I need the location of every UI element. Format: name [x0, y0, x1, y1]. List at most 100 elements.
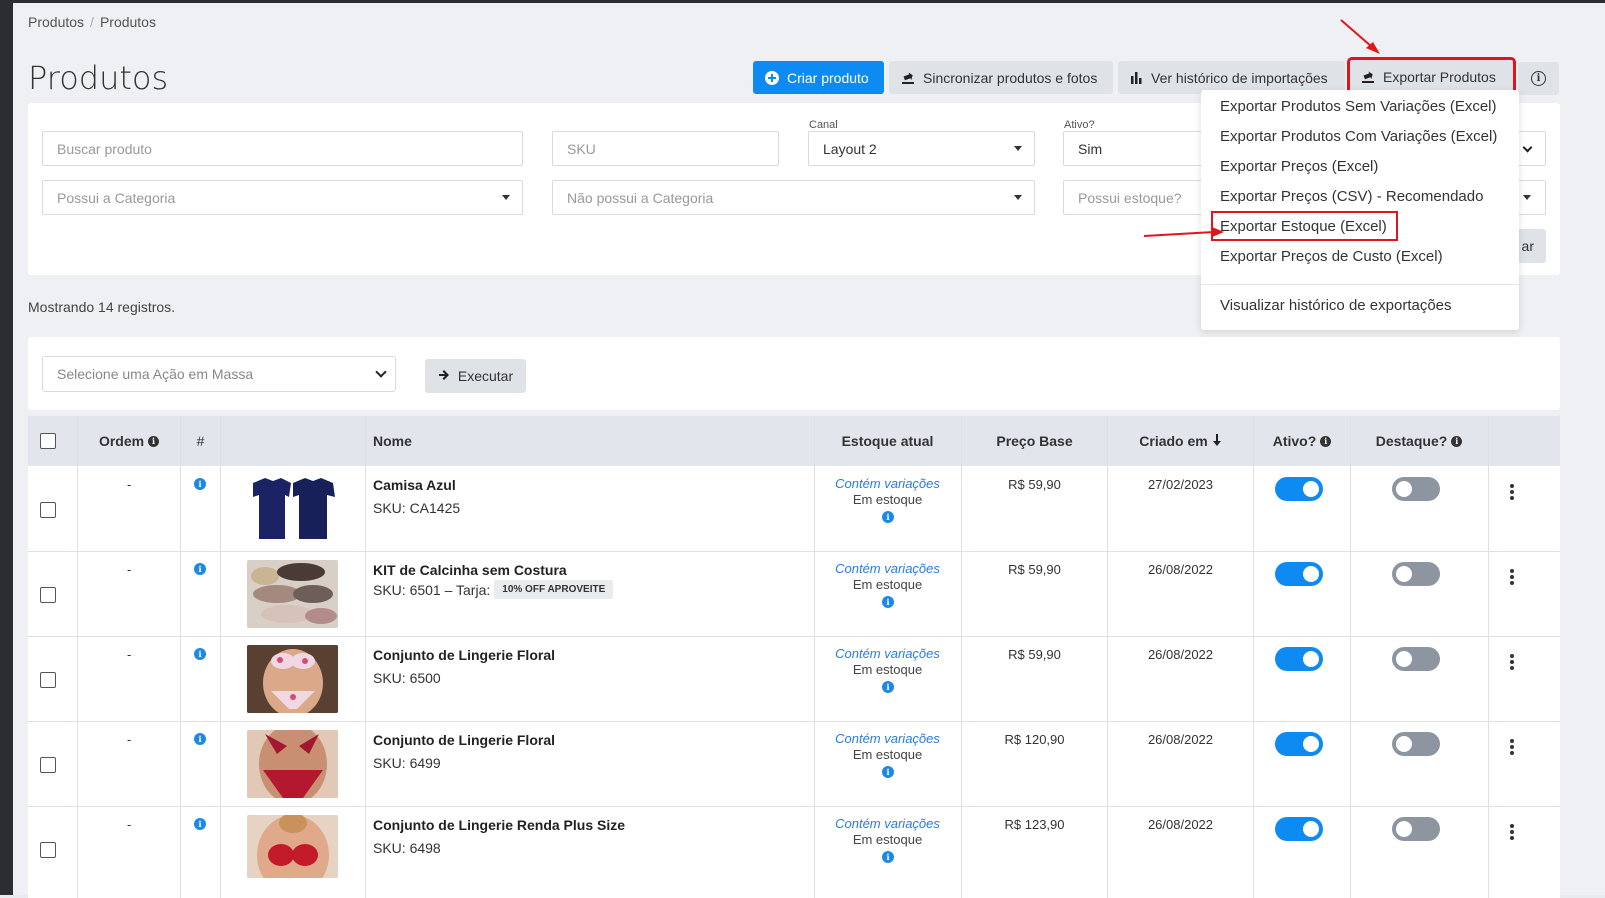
export-cost-prices-item[interactable]: Exportar Preços de Custo (Excel)	[1220, 248, 1443, 265]
product-thumbnail[interactable]	[247, 475, 338, 543]
more-options-icon[interactable]	[1510, 654, 1514, 670]
caret-down-icon	[502, 195, 510, 200]
info-icon[interactable]: i	[882, 766, 894, 778]
featured-toggle[interactable]	[1392, 477, 1440, 501]
stock-status: Em estoque	[852, 832, 923, 847]
execute-button[interactable]: Executar	[425, 359, 526, 393]
stock-cell: Contém variações Em estoque	[814, 731, 961, 762]
stock-status: Em estoque	[852, 577, 923, 592]
product-name[interactable]: Conjunto de Lingerie Floral	[373, 647, 555, 663]
bulk-action-select[interactable]: Selecione uma Ação em Massa	[42, 356, 396, 392]
product-price: R$ 123,90	[1004, 817, 1065, 832]
info-icon[interactable]: i	[882, 851, 894, 863]
stock-cell: Contém variações Em estoque	[814, 476, 961, 507]
table-row[interactable]: - i KIT de Calcinha sem Costura SKU: 650…	[28, 552, 1560, 637]
stock-status: Em estoque	[852, 662, 923, 677]
active-toggle[interactable]	[1275, 732, 1323, 756]
more-options-icon[interactable]	[1510, 824, 1514, 840]
stock-status: Em estoque	[852, 492, 923, 507]
info-icon[interactable]: i	[882, 681, 894, 693]
row-checkbox[interactable]	[40, 672, 56, 688]
header-featured[interactable]: Destaque? i	[1351, 416, 1487, 466]
header-price[interactable]: Preço Base	[962, 416, 1107, 466]
create-product-button[interactable]: Criar produto	[753, 61, 884, 94]
export-no-variations-item[interactable]: Exportar Produtos Sem Variações (Excel)	[1220, 98, 1497, 115]
has-category-select[interactable]: Possui a Categoria	[42, 180, 523, 215]
sync-products-button[interactable]: Sincronizar produtos e fotos	[889, 61, 1113, 94]
product-thumbnail[interactable]	[247, 815, 338, 878]
export-history-item[interactable]: Visualizar histórico de exportações	[1220, 297, 1452, 314]
product-name[interactable]: KIT de Calcinha sem Costura	[373, 562, 567, 578]
header-active[interactable]: Ativo? i	[1254, 416, 1350, 466]
sku-input[interactable]: SKU	[552, 131, 779, 166]
chevron-down-icon	[1522, 142, 1533, 153]
info-icon[interactable]: i	[194, 733, 206, 745]
product-thumbnail[interactable]	[247, 560, 338, 628]
stock-variations-link[interactable]: Contém variações	[814, 646, 961, 661]
info-icon[interactable]: i	[194, 818, 206, 830]
select-all-checkbox[interactable]	[40, 433, 56, 449]
featured-toggle[interactable]	[1392, 562, 1440, 586]
table-row[interactable]: - i Camisa Azul SKU: CA1425 Contém varia…	[28, 467, 1560, 552]
product-created: 26/08/2022	[1147, 817, 1214, 832]
stock-variations-link[interactable]: Contém variações	[814, 476, 961, 491]
header-order[interactable]: Ordem i	[78, 416, 180, 466]
not-category-placeholder: Não possui a Categoria	[567, 189, 714, 206]
product-name[interactable]: Conjunto de Lingerie Renda Plus Size	[373, 817, 625, 833]
featured-toggle[interactable]	[1392, 732, 1440, 756]
execute-label: Executar	[457, 368, 514, 384]
active-toggle[interactable]	[1275, 477, 1323, 501]
row-order: -	[127, 647, 132, 662]
row-order: -	[127, 732, 132, 747]
row-checkbox[interactable]	[40, 587, 56, 603]
info-icon[interactable]: i	[194, 478, 206, 490]
header-name[interactable]: Nome	[373, 416, 573, 466]
featured-toggle[interactable]	[1392, 647, 1440, 671]
info-icon[interactable]: i	[194, 648, 206, 660]
info-icon[interactable]: i	[882, 596, 894, 608]
export-prices-excel-item[interactable]: Exportar Preços (Excel)	[1220, 158, 1378, 175]
export-icon	[1361, 70, 1375, 84]
table-row[interactable]: - i Conjunto de Lingerie Floral SKU: 649…	[28, 722, 1560, 807]
more-options-icon[interactable]	[1510, 739, 1514, 755]
product-name[interactable]: Camisa Azul	[373, 477, 456, 493]
stock-variations-link[interactable]: Contém variações	[814, 561, 961, 576]
product-name[interactable]: Conjunto de Lingerie Floral	[373, 732, 555, 748]
filter-action-label: ar	[1521, 238, 1534, 254]
export-stock-item[interactable]: Exportar Estoque (Excel)	[1220, 218, 1387, 235]
product-created: 26/08/2022	[1147, 647, 1214, 662]
row-checkbox[interactable]	[40, 757, 56, 773]
product-thumbnail[interactable]	[247, 730, 338, 798]
active-toggle[interactable]	[1275, 817, 1323, 841]
product-price: R$ 59,90	[1008, 477, 1061, 492]
info-icon[interactable]: i	[882, 511, 894, 523]
breadcrumb-item[interactable]: Produtos	[28, 14, 84, 30]
row-checkbox[interactable]	[40, 502, 56, 518]
header-created[interactable]: Criado em	[1108, 416, 1253, 466]
product-thumbnail[interactable]	[247, 645, 338, 713]
row-checkbox[interactable]	[40, 842, 56, 858]
table-row[interactable]: - i Conjunto de Lingerie Floral SKU: 650…	[28, 637, 1560, 722]
stock-variations-link[interactable]: Contém variações	[814, 816, 961, 831]
active-toggle[interactable]	[1275, 562, 1323, 586]
info-button[interactable]: i	[1518, 62, 1559, 95]
not-category-select[interactable]: Não possui a Categoria	[552, 180, 1035, 215]
stock-variations-link[interactable]: Contém variações	[814, 731, 961, 746]
arrow-right-icon	[438, 368, 450, 384]
export-with-variations-item[interactable]: Exportar Produtos Com Variações (Excel)	[1220, 128, 1497, 145]
header-hash: #	[196, 433, 205, 449]
info-icon[interactable]: i	[194, 563, 206, 575]
active-toggle[interactable]	[1275, 647, 1323, 671]
export-prices-csv-item[interactable]: Exportar Preços (CSV) - Recomendado	[1220, 188, 1483, 205]
table-row[interactable]: - i Conjunto de Lingerie Renda Plus Size…	[28, 807, 1560, 892]
info-icon: i	[1531, 71, 1546, 86]
canal-select[interactable]: Layout 2	[808, 131, 1035, 166]
bar-chart-icon	[1130, 71, 1143, 84]
ativo-value: Sim	[1078, 140, 1103, 157]
create-product-label: Criar produto	[787, 69, 869, 86]
more-options-icon[interactable]	[1510, 484, 1514, 500]
app: Produtos / Produtos Produtos Criar produto…	[13, 3, 1605, 898]
featured-toggle[interactable]	[1392, 817, 1440, 841]
search-input[interactable]: Buscar produto	[42, 131, 523, 166]
more-options-icon[interactable]	[1510, 569, 1514, 585]
